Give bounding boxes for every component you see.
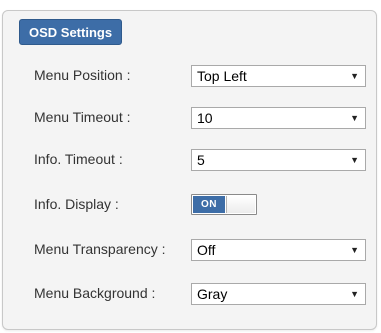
menu-timeout-select[interactable]: 10 ▼ [191, 107, 366, 129]
chevron-down-icon: ▼ [350, 155, 359, 165]
menu-position-value: Top Left [197, 68, 247, 84]
menu-position-select[interactable]: Top Left ▼ [191, 65, 366, 87]
menu-position-row: Menu Position : Top Left ▼ [34, 65, 369, 89]
osd-settings-panel: OSD Settings Menu Position : Top Left ▼ … [2, 10, 377, 330]
info-timeout-label: Info. Timeout : [34, 151, 123, 167]
menu-background-select[interactable]: Gray ▼ [191, 283, 366, 305]
menu-timeout-label: Menu Timeout : [34, 109, 131, 125]
menu-timeout-value: 10 [197, 110, 213, 126]
menu-background-label: Menu Background : [34, 285, 156, 301]
chevron-down-icon: ▼ [350, 113, 359, 123]
info-timeout-value: 5 [197, 152, 205, 168]
menu-transparency-label: Menu Transparency : [34, 241, 166, 257]
chevron-down-icon: ▼ [350, 289, 359, 299]
info-timeout-row: Info. Timeout : 5 ▼ [34, 149, 369, 173]
toggle-knob[interactable] [226, 196, 255, 213]
menu-timeout-row: Menu Timeout : 10 ▼ [34, 107, 369, 131]
info-display-label: Info. Display : [34, 196, 119, 212]
menu-background-value: Gray [197, 286, 228, 302]
menu-transparency-row: Menu Transparency : Off ▼ [34, 239, 369, 263]
info-timeout-select[interactable]: 5 ▼ [191, 149, 366, 171]
menu-position-label: Menu Position : [34, 67, 131, 83]
menu-transparency-select[interactable]: Off ▼ [191, 239, 366, 261]
toggle-on-indicator: ON [193, 196, 225, 213]
info-display-toggle[interactable]: ON [191, 194, 257, 215]
panel-title: OSD Settings [19, 19, 123, 45]
chevron-down-icon: ▼ [350, 245, 359, 255]
menu-background-row: Menu Background : Gray ▼ [34, 283, 369, 307]
chevron-down-icon: ▼ [350, 71, 359, 81]
info-display-row: Info. Display : ON [34, 194, 369, 218]
menu-transparency-value: Off [197, 242, 216, 258]
